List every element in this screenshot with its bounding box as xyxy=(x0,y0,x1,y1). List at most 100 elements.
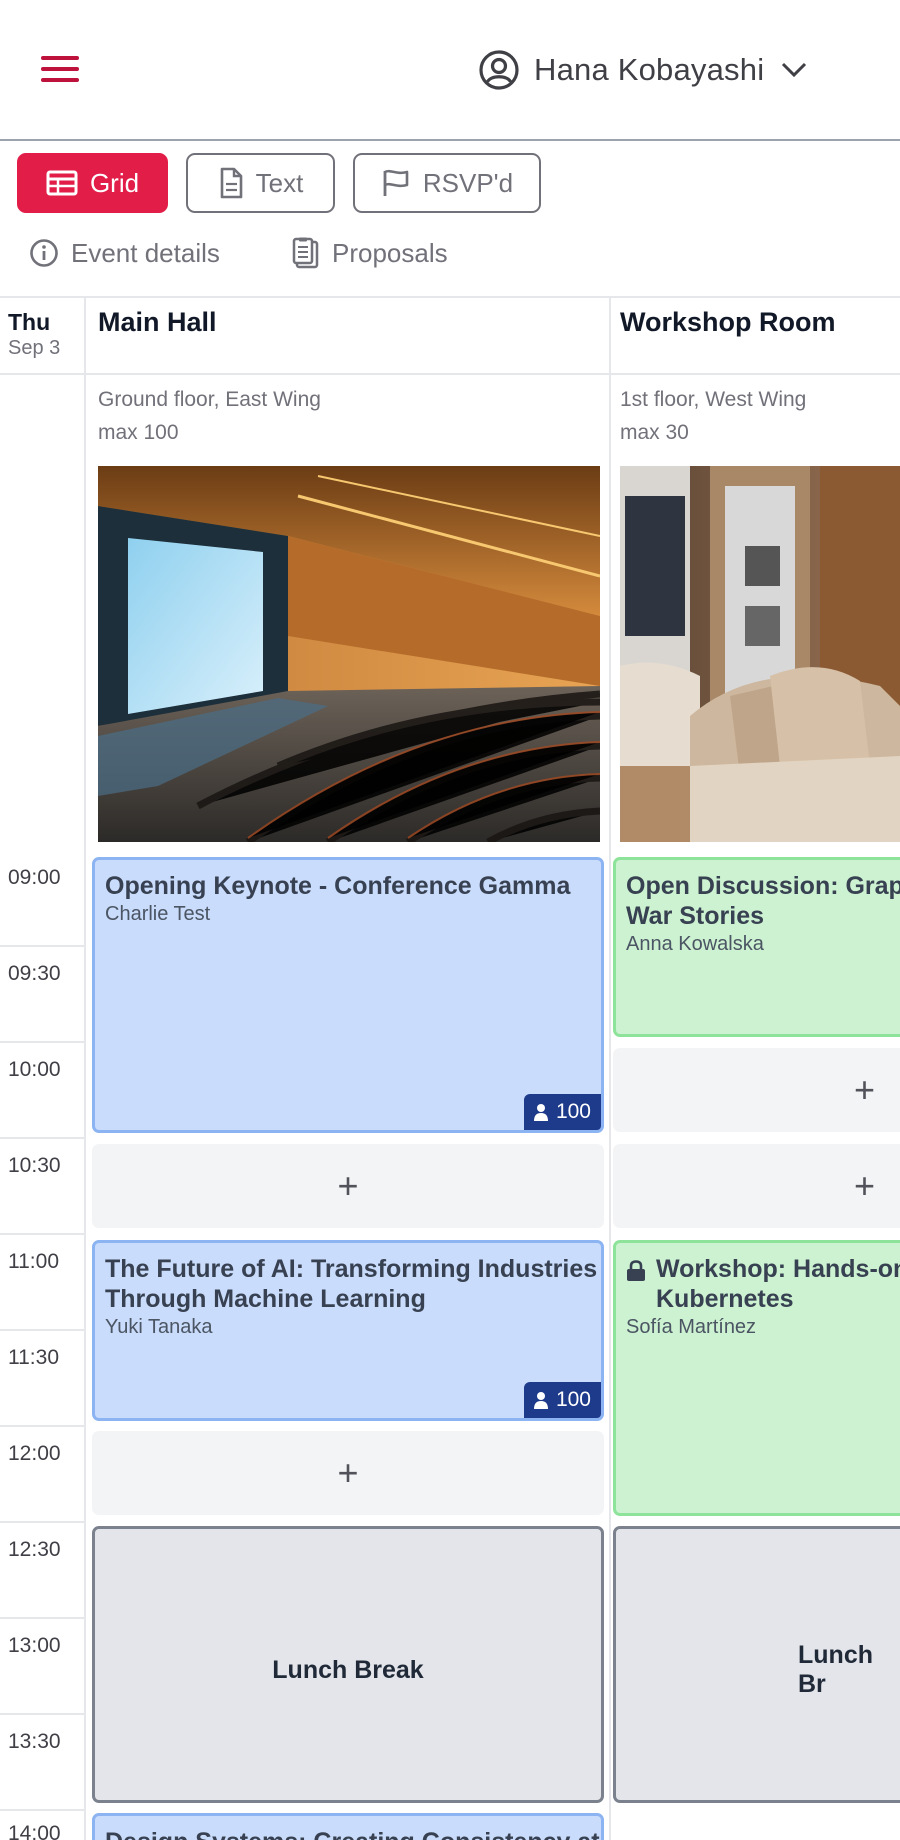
person-icon xyxy=(533,1392,548,1409)
time-separator xyxy=(0,1425,85,1427)
time-separator xyxy=(0,1617,85,1619)
time-label: 14:00 xyxy=(8,1822,61,1840)
add-session-slot[interactable]: + xyxy=(613,1048,900,1132)
lock-icon xyxy=(627,1260,645,1281)
time-label: 10:30 xyxy=(8,1154,61,1177)
room-capacity: max 100 xyxy=(98,421,179,444)
event-title-block: Workshop: Hands-on Kubernetes xyxy=(656,1254,900,1314)
time-separator xyxy=(0,1233,85,1235)
day-header: Thu Sep 3 xyxy=(8,309,60,361)
event-title-line: Through Machine Learning xyxy=(105,1285,426,1313)
time-label: 09:30 xyxy=(8,962,61,985)
proposals-label: Proposals xyxy=(332,237,448,268)
add-session-slot[interactable]: + xyxy=(92,1431,604,1515)
time-separator xyxy=(0,1137,85,1139)
add-session-slot[interactable]: + xyxy=(613,1144,900,1228)
rsvpd-view-label: RSVP'd xyxy=(422,167,514,198)
room-photo-main-hall xyxy=(98,466,600,842)
time-column-border xyxy=(84,297,86,1840)
time-label: 13:30 xyxy=(8,1730,61,1753)
room-capacity: max 30 xyxy=(620,421,689,444)
event-details-label: Event details xyxy=(71,237,220,268)
grid-view-label: Grid xyxy=(89,167,140,198)
plus-icon: + xyxy=(337,1452,359,1493)
capacity-count: 100 xyxy=(555,1100,591,1123)
room-info-workshop-room: 1st floor, West Wing max 30 xyxy=(620,383,806,449)
person-icon xyxy=(533,1104,548,1121)
document-icon xyxy=(220,167,242,199)
event-speaker: Anna Kowalska xyxy=(626,933,764,955)
hamburger-menu-button[interactable] xyxy=(38,52,84,86)
room-name-main-hall[interactable]: Main Hall xyxy=(98,307,217,338)
text-view-button[interactable]: Text xyxy=(186,153,335,213)
time-label: 10:00 xyxy=(8,1058,61,1081)
menu-icon-bar xyxy=(41,78,79,82)
lounge-photo xyxy=(620,466,900,842)
day-date: Sep 3 xyxy=(8,337,61,359)
event-kubernetes-workshop[interactable]: Workshop: Hands-on Kubernetes Sofía Mart… xyxy=(613,1240,900,1516)
user-name: Hana Kobayashi xyxy=(534,52,765,87)
time-separator xyxy=(0,1521,85,1523)
text-view-label: Text xyxy=(255,167,304,198)
plus-icon: + xyxy=(337,1165,359,1206)
event-title-line: The Future of AI: Transforming Industrie… xyxy=(105,1255,598,1283)
time-label: 11:00 xyxy=(8,1250,59,1273)
time-label: 12:30 xyxy=(8,1538,61,1561)
event-lunch-break-workshop[interactable]: Lunch Br xyxy=(613,1526,900,1803)
time-separator xyxy=(0,945,85,947)
event-title: Lunch Br xyxy=(798,1641,873,1698)
grid-top-border xyxy=(0,296,900,298)
rsvpd-view-button[interactable]: RSVP'd xyxy=(353,153,541,213)
time-separator xyxy=(0,1041,85,1043)
event-title-line: War Stories xyxy=(626,902,765,930)
flag-icon xyxy=(383,169,409,196)
grid-view-button[interactable]: Grid xyxy=(17,153,168,213)
time-label: 12:00 xyxy=(8,1442,61,1465)
event-title-row: Workshop: Hands-on Kubernetes xyxy=(626,1254,900,1314)
table-icon xyxy=(46,170,78,196)
event-speaker: Charlie Test xyxy=(105,903,211,925)
top-bar: Hana Kobayashi xyxy=(0,0,900,141)
event-title-line: Kubernetes xyxy=(656,1285,794,1313)
time-separator xyxy=(0,1329,85,1331)
event-lunch-break[interactable]: Lunch Break xyxy=(92,1526,604,1803)
room-info-main-hall: Ground floor, East Wing max 100 xyxy=(98,383,321,449)
room-location: Ground floor, East Wing xyxy=(98,388,321,411)
room-column-border xyxy=(609,297,611,1840)
event-speaker: Yuki Tanaka xyxy=(105,1316,213,1338)
room-header-border xyxy=(0,373,900,375)
event-title: Design Systems: Creating Consistency at xyxy=(105,1827,600,1840)
capacity-badge: 100 xyxy=(523,1094,601,1130)
room-location: 1st floor, West Wing xyxy=(620,388,807,411)
time-label: 13:00 xyxy=(8,1634,61,1657)
plus-icon: + xyxy=(853,1069,875,1110)
event-design-systems[interactable]: Design Systems: Creating Consistency at xyxy=(92,1813,604,1840)
capacity-badge: 100 xyxy=(523,1382,601,1418)
capacity-count: 100 xyxy=(555,1388,591,1411)
auditorium-photo xyxy=(98,466,600,842)
day-weekday: Thu xyxy=(8,309,51,335)
chevron-down-icon xyxy=(782,62,807,78)
info-circle-icon xyxy=(30,239,58,267)
menu-icon-bar xyxy=(41,56,79,60)
time-label: 09:00 xyxy=(8,866,61,889)
event-title-line: Workshop: Hands-on xyxy=(656,1255,900,1283)
event-open-discussion[interactable]: Open Discussion: Graph War Stories Anna … xyxy=(613,857,900,1037)
event-opening-keynote[interactable]: Opening Keynote - Conference Gamma Charl… xyxy=(92,857,604,1133)
event-details-link[interactable]: Event details xyxy=(29,235,220,271)
event-future-of-ai[interactable]: The Future of AI: Transforming Industrie… xyxy=(92,1240,604,1421)
event-title: Opening Keynote - Conference Gamma xyxy=(105,872,571,900)
room-name-workshop-room[interactable]: Workshop Room xyxy=(620,307,836,338)
user-menu-button[interactable]: Hana Kobayashi xyxy=(478,46,808,94)
proposals-link[interactable]: Proposals xyxy=(292,235,448,271)
add-session-slot[interactable]: + xyxy=(92,1144,604,1228)
event-speaker: Sofía Martínez xyxy=(626,1316,757,1338)
time-separator xyxy=(0,1713,85,1715)
plus-icon: + xyxy=(853,1165,875,1206)
event-title-line: Open Discussion: Graph xyxy=(626,872,900,900)
time-separator xyxy=(0,1809,85,1811)
room-photo-workshop-room xyxy=(620,466,900,842)
clipboard-icon xyxy=(292,237,319,269)
event-title: Lunch Break xyxy=(272,1655,424,1684)
time-label: 11:30 xyxy=(8,1346,59,1369)
